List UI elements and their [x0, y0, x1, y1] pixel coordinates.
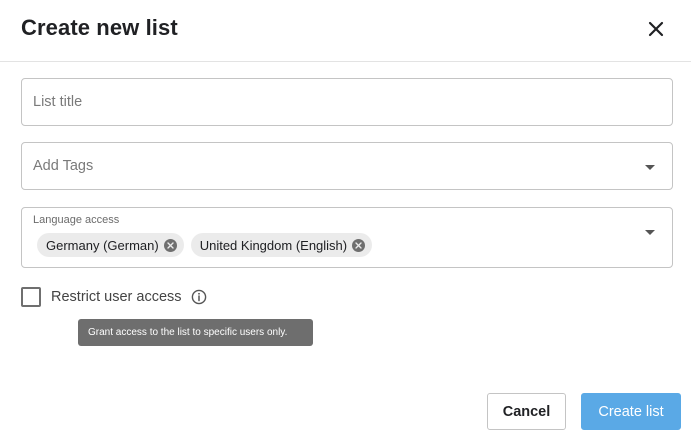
- language-chip[interactable]: United Kingdom (English): [190, 233, 373, 257]
- tags-placeholder: Add Tags: [33, 158, 94, 174]
- create-list-button[interactable]: Create list: [581, 393, 681, 430]
- close-button[interactable]: [642, 15, 670, 43]
- list-title-field[interactable]: [21, 78, 673, 126]
- list-title-input[interactable]: [22, 79, 672, 125]
- remove-chip-icon[interactable]: [163, 238, 177, 252]
- tags-select[interactable]: Add Tags: [21, 142, 673, 190]
- language-chip[interactable]: Germany (German): [37, 233, 184, 257]
- restrict-access-row: Restrict user access: [21, 286, 207, 308]
- info-icon[interactable]: [191, 289, 207, 305]
- cancel-button[interactable]: Cancel: [487, 393, 566, 430]
- chevron-down-icon[interactable]: [645, 230, 655, 235]
- restrict-access-checkbox[interactable]: [21, 287, 41, 307]
- chevron-down-icon[interactable]: [645, 165, 655, 170]
- create-list-dialog: Create new list Add Tags Language access…: [0, 0, 691, 441]
- close-icon: [648, 21, 664, 37]
- dialog-title: Create new list: [21, 15, 178, 40]
- dialog-header: Create new list: [0, 0, 691, 62]
- language-access-label: Language access: [33, 214, 120, 226]
- language-chips: Germany (German) United Kingdom (English…: [37, 233, 373, 257]
- restrict-access-tooltip: Grant access to the list to specific use…: [78, 319, 313, 346]
- restrict-access-label[interactable]: Restrict user access: [51, 289, 182, 305]
- chip-label: Germany (German): [46, 237, 159, 253]
- remove-chip-icon[interactable]: [352, 238, 366, 252]
- language-access-select[interactable]: Language access Germany (German) United …: [21, 207, 673, 268]
- chip-label: United Kingdom (English): [199, 237, 348, 253]
